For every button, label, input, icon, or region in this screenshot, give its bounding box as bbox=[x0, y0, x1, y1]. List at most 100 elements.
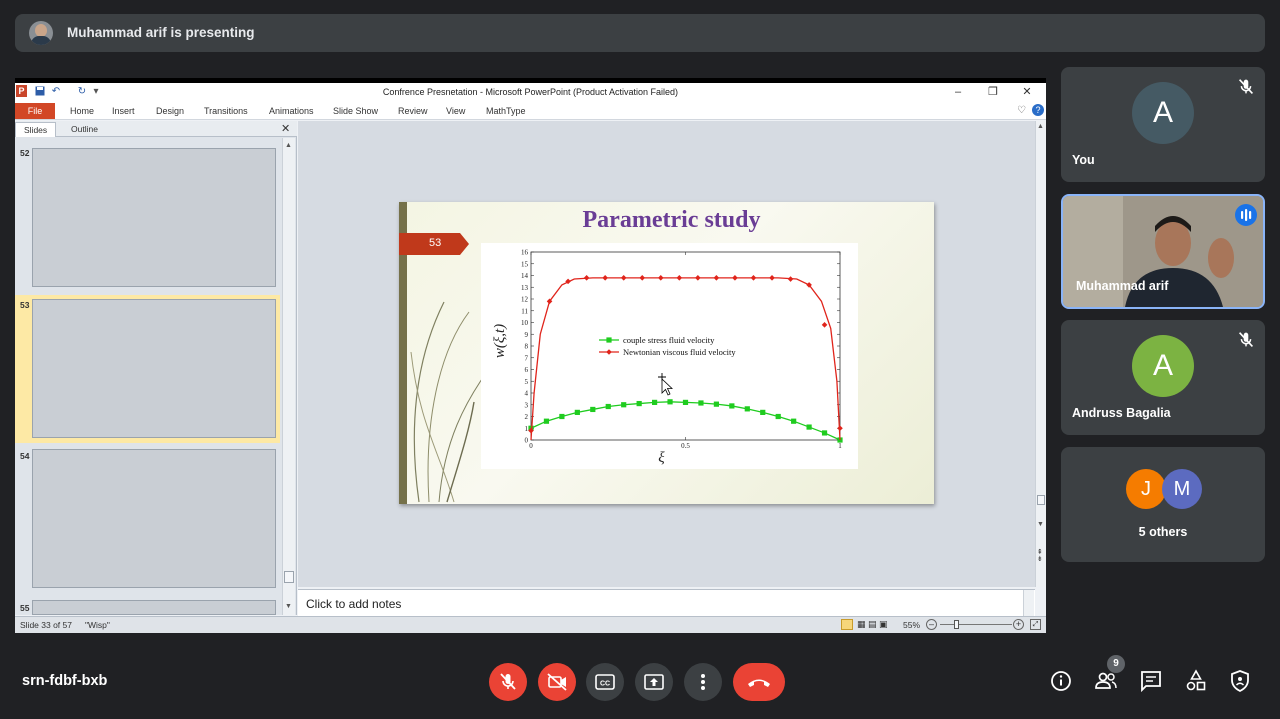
y-tick-label: 8 bbox=[525, 343, 529, 351]
notes-scrollbar[interactable] bbox=[1023, 590, 1034, 617]
presenting-bar: Muhammad arif is presenting bbox=[15, 14, 1265, 52]
tab-mathtype[interactable]: MathType bbox=[486, 106, 526, 116]
pane-tabs: Slides Outline ✕ bbox=[15, 121, 297, 137]
mic-off-icon bbox=[1238, 79, 1254, 94]
y-tick-label: 13 bbox=[521, 284, 529, 292]
normal-view-icon[interactable] bbox=[841, 619, 853, 630]
host-controls-icon[interactable] bbox=[1227, 668, 1253, 694]
chat-icon[interactable] bbox=[1138, 668, 1164, 694]
tab-insert[interactable]: Insert bbox=[112, 106, 135, 116]
tab-animations[interactable]: Animations bbox=[269, 106, 314, 116]
window-title: Confrence Presnetation - Microsoft Power… bbox=[382, 87, 679, 97]
data-point bbox=[732, 275, 738, 281]
participant-name: You bbox=[1072, 153, 1095, 167]
leave-call-button[interactable] bbox=[733, 663, 785, 701]
zoom-slider-thumb[interactable] bbox=[954, 620, 959, 629]
minimize-icon[interactable]: – bbox=[950, 85, 966, 99]
notes-placeholder: Click to add notes bbox=[306, 597, 402, 611]
captions-button[interactable]: CC bbox=[586, 663, 624, 701]
activities-icon[interactable] bbox=[1183, 668, 1209, 694]
y-tick-label: 4 bbox=[525, 390, 529, 398]
data-point bbox=[602, 275, 608, 281]
data-point bbox=[636, 400, 642, 407]
participant-tile-you[interactable]: A You bbox=[1061, 67, 1265, 182]
fit-to-window-icon[interactable]: ⤢ bbox=[1030, 619, 1041, 630]
view-buttons-icon[interactable]: ▦ ▤ ▣ bbox=[857, 619, 888, 630]
theme-name: "Wisp" bbox=[85, 620, 110, 630]
data-point bbox=[729, 403, 735, 409]
y-tick-label: 0 bbox=[525, 437, 529, 445]
chart-image: 0 1 2 3 4 5 6 7 8 9 10 11 12 13 14 15 16 0 0.5 1 ξ w(ξ,t) coup… bbox=[481, 243, 858, 469]
mouse-cursor-icon bbox=[661, 378, 674, 396]
tab-view[interactable]: View bbox=[446, 106, 465, 116]
people-count-badge: 9 bbox=[1107, 655, 1125, 673]
mic-toggle-button[interactable] bbox=[489, 663, 527, 701]
velocity-chart: 0123456789101112131415160 0.5 1ξw(ξ,t) coup… bbox=[492, 249, 843, 466]
move-cursor-icon bbox=[658, 373, 666, 381]
presenter-avatar bbox=[29, 21, 53, 45]
data-point bbox=[574, 409, 580, 415]
tab-transitions[interactable]: Transitions bbox=[204, 106, 248, 116]
slide-thumbnail-52[interactable] bbox=[32, 148, 276, 287]
more-options-button[interactable] bbox=[684, 663, 722, 701]
tab-slides[interactable]: Slides bbox=[15, 122, 57, 137]
data-point bbox=[744, 406, 750, 412]
meeting-info-icon[interactable] bbox=[1048, 668, 1074, 694]
more-vert-icon bbox=[701, 674, 705, 690]
avatar: M bbox=[1162, 469, 1202, 509]
data-point bbox=[657, 275, 664, 281]
y-tick-label: 1 bbox=[525, 425, 529, 433]
tab-review[interactable]: Review bbox=[398, 106, 428, 116]
data-point bbox=[682, 399, 689, 405]
close-pane-icon[interactable]: ✕ bbox=[281, 122, 290, 135]
zoom-out-icon[interactable]: – bbox=[926, 619, 937, 630]
ribbon-collapse-icon[interactable]: ♡ bbox=[1017, 105, 1026, 116]
thumb-number: 54 bbox=[20, 451, 30, 461]
restore-icon[interactable]: ❐ bbox=[985, 85, 1001, 99]
data-point bbox=[695, 275, 701, 281]
tab-home[interactable]: Home bbox=[70, 106, 94, 116]
slides-scrollbar[interactable]: ▲ ▼ bbox=[282, 138, 295, 615]
tab-design[interactable]: Design bbox=[156, 106, 184, 116]
participant-tile-presenter[interactable]: Muhammad arif bbox=[1061, 194, 1265, 309]
y-tick-label: 15 bbox=[521, 260, 529, 268]
zoom-in-icon[interactable]: + bbox=[1013, 619, 1024, 630]
data-point bbox=[769, 275, 775, 281]
mic-off-icon bbox=[500, 673, 516, 690]
participant-tile-andruss[interactable]: A Andruss Bagalia bbox=[1061, 320, 1265, 435]
data-point bbox=[821, 430, 828, 436]
svg-text:CC: CC bbox=[600, 681, 610, 688]
y-tick-label: 14 bbox=[521, 272, 529, 280]
data-point bbox=[543, 418, 550, 424]
camera-toggle-button[interactable] bbox=[538, 663, 576, 701]
y-tick-label: 2 bbox=[525, 413, 529, 421]
data-point bbox=[621, 402, 627, 408]
participant-tile-others[interactable]: J M 5 others bbox=[1061, 447, 1265, 562]
slide-thumbnail-54[interactable] bbox=[32, 449, 276, 588]
slide-thumbnail-53[interactable] bbox=[32, 299, 276, 438]
zoom-slider[interactable] bbox=[940, 624, 1012, 625]
participant-name: Andruss Bagalia bbox=[1072, 406, 1171, 420]
powerpoint-window: P ↶ ↻ ▾ Confrence Presnetation - Microso… bbox=[15, 83, 1046, 633]
data-point bbox=[837, 425, 843, 432]
editor-scrollbar[interactable]: ▲ ▼ ⇞ ⇟ bbox=[1035, 121, 1046, 587]
help-icon[interactable]: ? bbox=[1032, 104, 1044, 116]
present-now-button[interactable] bbox=[635, 663, 673, 701]
slide-counter: Slide 33 of 57 bbox=[20, 620, 72, 630]
tab-slide-show[interactable]: Slide Show bbox=[333, 106, 378, 116]
speaking-indicator-icon bbox=[1235, 204, 1257, 226]
data-point bbox=[698, 400, 704, 406]
series-line-1 bbox=[530, 277, 841, 441]
tab-file[interactable]: File bbox=[15, 103, 55, 119]
data-point bbox=[787, 276, 794, 282]
current-slide[interactable]: Parametric study 53 0 1 2 3 4 5 6 7 8 9 10 11 12 13 14… bbox=[399, 202, 934, 504]
legend-label: Newtonian viscous fluid velocity bbox=[623, 347, 736, 357]
slide-thumbnail-55[interactable] bbox=[32, 600, 276, 615]
data-point bbox=[713, 275, 720, 281]
tab-outline[interactable]: Outline bbox=[63, 122, 106, 137]
mic-off-icon bbox=[1238, 332, 1254, 347]
avatar: A bbox=[1132, 82, 1194, 144]
notes-pane[interactable]: Click to add notes bbox=[298, 589, 1035, 617]
camera-off-icon bbox=[547, 673, 567, 691]
close-icon[interactable]: ✕ bbox=[1019, 85, 1035, 99]
